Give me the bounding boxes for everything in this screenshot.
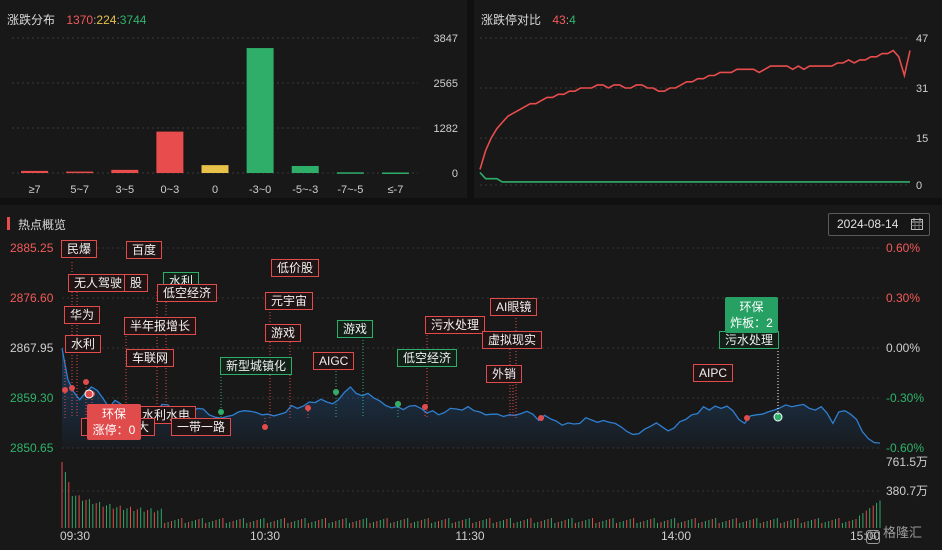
concept-tag[interactable]: 无人驾驶	[68, 274, 129, 292]
concept-tag[interactable]: 游戏	[265, 324, 302, 342]
concept-tag[interactable]: 民爆	[61, 240, 98, 258]
callout-value: 涨停：0	[92, 423, 136, 437]
concept-tags-layer: 民爆 百度 无人驾驶股水利 低空经济 低价股 华为 元宇宙 半年报增长 水利 游戏 游戏 污水处理 AI…	[0, 0, 942, 550]
concept-tag[interactable]: 虚拟现实	[482, 331, 543, 349]
concept-tag[interactable]: 新型城镇化	[220, 357, 293, 375]
concept-tag[interactable]: 游戏	[337, 320, 374, 338]
watermark: G 格隆汇	[866, 522, 922, 544]
concept-tag[interactable]: 外销	[486, 365, 523, 383]
concept-tag[interactable]: AI眼镜	[490, 298, 538, 316]
callout-title: 环保	[101, 407, 126, 421]
concept-tag[interactable]: 半年报增长	[124, 317, 197, 335]
concept-tag[interactable]: 低价股	[271, 259, 320, 277]
concept-tag[interactable]: 车联网	[126, 349, 175, 367]
concept-tag[interactable]: 低空经济	[397, 349, 458, 367]
concept-tag[interactable]: 低空经济	[157, 284, 218, 302]
concept-tag[interactable]: 一带一路	[171, 418, 232, 436]
concept-tag[interactable]: 污水处理	[425, 316, 486, 334]
concept-tag[interactable]: AIPC	[693, 364, 734, 382]
watermark-text: 格隆汇	[883, 525, 923, 540]
watermark-logo-icon: G	[866, 530, 880, 544]
concept-tag[interactable]: 元宇宙	[265, 292, 314, 310]
callout-value: 炸板：2	[730, 316, 773, 330]
concept-tag[interactable]: 华为	[64, 306, 101, 324]
limit-up-callout[interactable]: 环保 涨停：0	[87, 404, 141, 440]
concept-tag[interactable]: 水利	[65, 335, 102, 353]
concept-tag[interactable]: 污水处理	[719, 331, 780, 349]
blown-limit-callout[interactable]: 环保 炸板：2	[725, 297, 778, 333]
concept-tag[interactable]: 股	[124, 274, 149, 292]
callout-title: 环保	[739, 300, 764, 314]
concept-tag[interactable]: AIGC	[313, 352, 355, 370]
concept-tag[interactable]: 百度	[126, 241, 163, 259]
